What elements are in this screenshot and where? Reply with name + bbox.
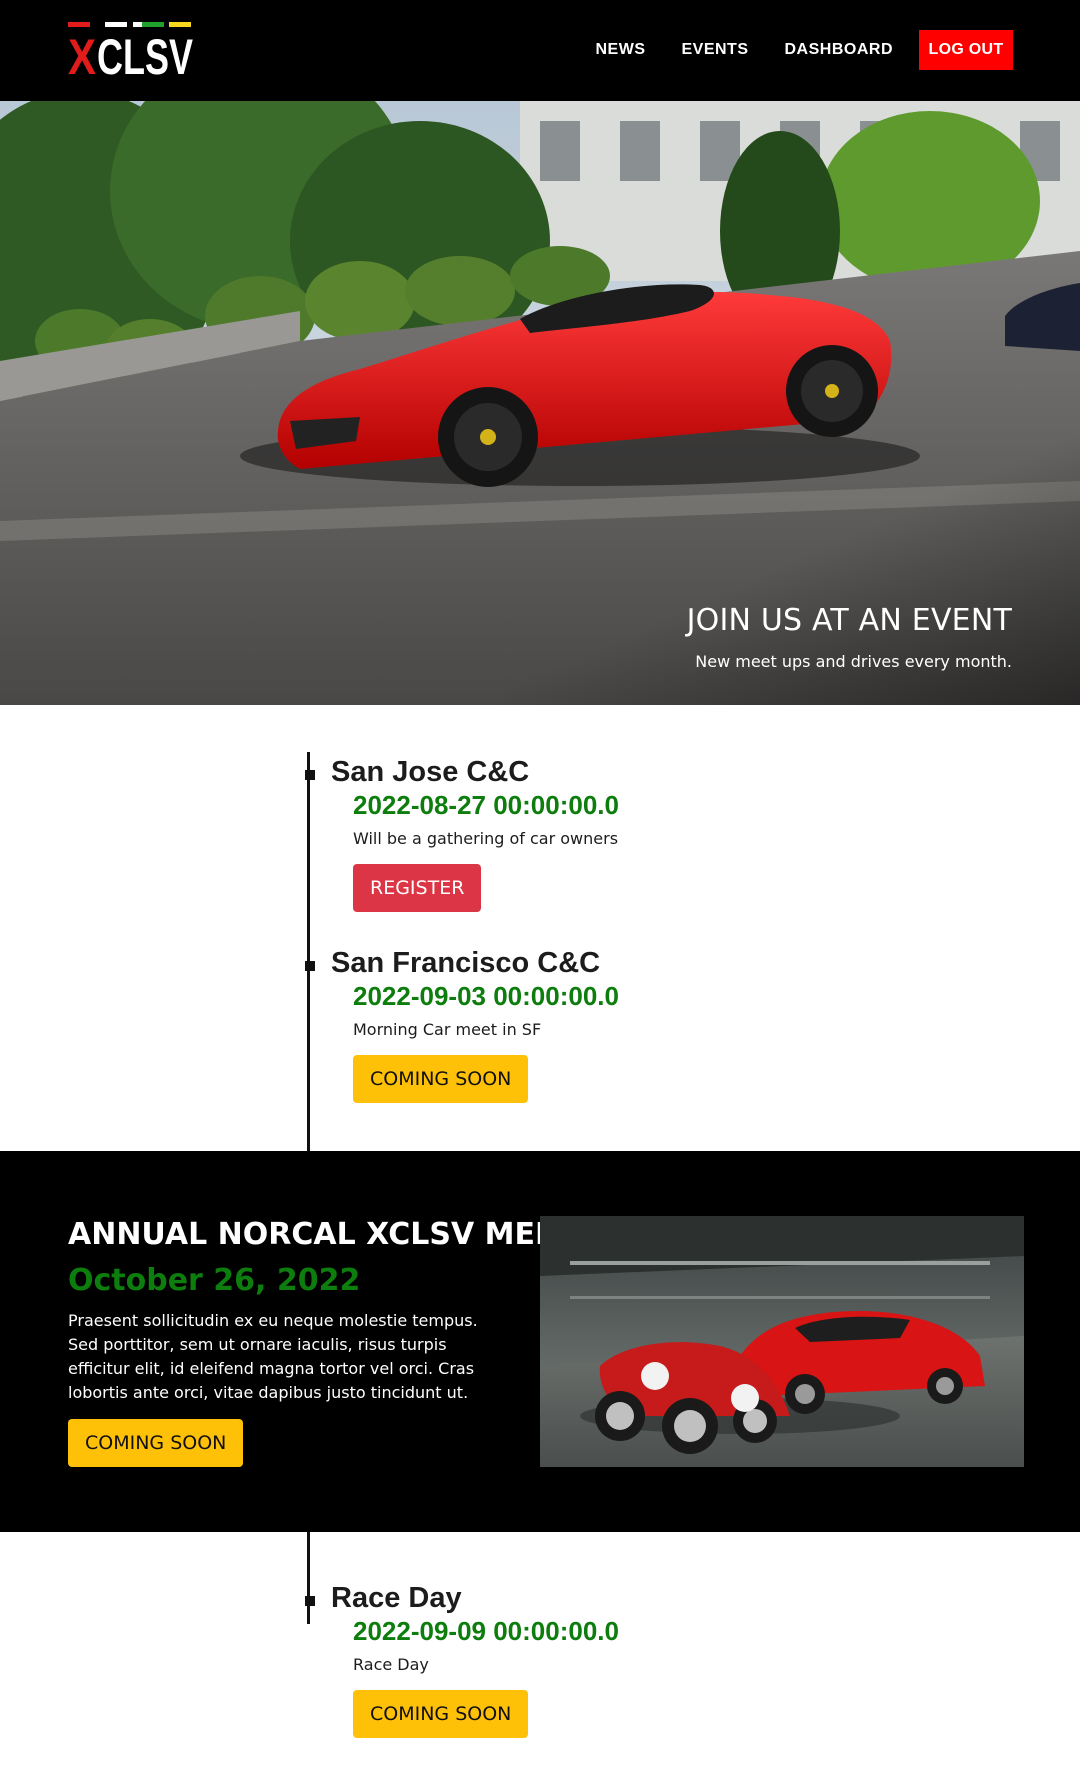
timeline-marker bbox=[305, 1596, 315, 1606]
register-button[interactable]: REGISTER bbox=[353, 864, 482, 912]
event-item: Race Day 2022-09-09 00:00:00.0 Race Day … bbox=[305, 1582, 825, 1742]
hero-title: JOIN US AT AN EVENT bbox=[686, 603, 1012, 638]
featured-event-description: Praesent sollicitudin ex eu neque molest… bbox=[68, 1311, 478, 1402]
timeline-marker bbox=[305, 961, 315, 971]
featured-event: ANNUAL NORCAL XCLSV MEET October 26, 202… bbox=[0, 1151, 1080, 1532]
featured-event-date: October 26, 2022 bbox=[68, 1263, 361, 1298]
featured-event-title: ANNUAL NORCAL XCLSV MEET bbox=[68, 1217, 576, 1252]
event-description: Morning Car meet in SF bbox=[353, 1020, 542, 1039]
nav-links: NEWS EVENTS DASHBOARD LOG OUT bbox=[559, 30, 1013, 70]
event-date: 2022-09-03 00:00:00.0 bbox=[353, 981, 619, 1011]
hero-subtitle: New meet ups and drives every month. bbox=[695, 652, 1012, 671]
nav-dashboard-link[interactable]: DASHBOARD bbox=[785, 41, 894, 59]
hero-caption: JOIN US AT AN EVENT New meet ups and dri… bbox=[687, 603, 1012, 671]
coming-soon-button[interactable]: COMING SOON bbox=[353, 1055, 529, 1103]
event-item: San Francisco C&C 2022-09-03 00:00:00.0 … bbox=[305, 947, 825, 1107]
event-item: San Jose C&C 2022-08-27 00:00:00.0 Will … bbox=[305, 756, 825, 916]
svg-text:CLSV: CLSV bbox=[97, 29, 193, 78]
event-title: San Jose C&C bbox=[331, 756, 530, 788]
event-date: 2022-08-27 00:00:00.0 bbox=[353, 790, 619, 820]
event-date: 2022-09-09 00:00:00.0 bbox=[353, 1616, 619, 1646]
xclsv-logo[interactable]: X CLSV bbox=[68, 22, 194, 78]
svg-text:X: X bbox=[68, 29, 96, 78]
top-navbar: X CLSV NEWS EVENTS DASHBOARD LOG OUT bbox=[0, 0, 1080, 101]
logout-button[interactable]: LOG OUT bbox=[919, 30, 1013, 70]
event-description: Race Day bbox=[353, 1655, 429, 1674]
coming-soon-button[interactable]: COMING SOON bbox=[68, 1419, 244, 1467]
nav-news-link[interactable]: NEWS bbox=[595, 41, 645, 59]
coming-soon-button[interactable]: COMING SOON bbox=[353, 1690, 529, 1738]
timeline-marker bbox=[305, 770, 315, 780]
event-title: San Francisco C&C bbox=[331, 947, 601, 979]
event-title: Race Day bbox=[331, 1582, 462, 1614]
hero-banner: JOIN US AT AN EVENT New meet ups and dri… bbox=[0, 101, 1080, 705]
event-description: Will be a gathering of car owners bbox=[353, 829, 619, 848]
featured-event-image bbox=[540, 1216, 1024, 1467]
nav-events-link[interactable]: EVENTS bbox=[681, 41, 748, 59]
